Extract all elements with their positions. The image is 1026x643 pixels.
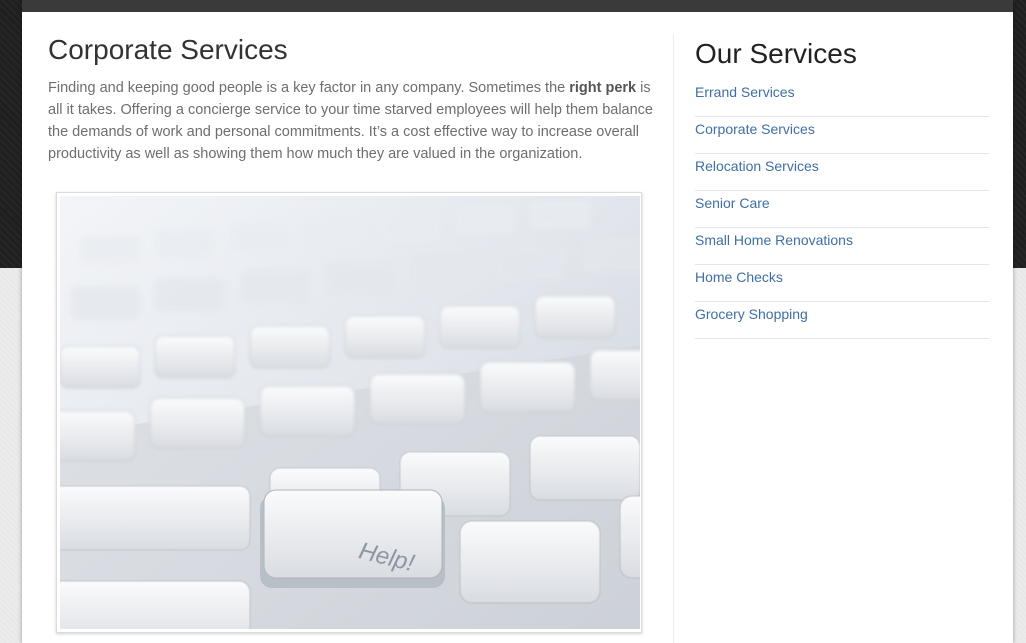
services-list: Errand Services Corporate Services Reloc… [695, 80, 989, 339]
service-link-errand-services[interactable]: Errand Services [695, 80, 989, 103]
keyboard-illustration: Help! [60, 196, 640, 629]
page-title: Corporate Services [48, 34, 288, 65]
sidebar-title: Our Services [695, 38, 857, 69]
services-list-item: Relocation Services [695, 154, 989, 191]
intro-text-start: Finding and keeping good people is a key… [48, 80, 570, 96]
keyboard-photo: Help! [60, 196, 640, 629]
content-panel: Corporate Services Finding and keeping g… [22, 0, 1013, 643]
column-divider [673, 33, 674, 643]
services-list-item: Small Home Renovations [695, 228, 989, 265]
service-link-small-home-renovations[interactable]: Small Home Renovations [695, 228, 989, 251]
services-list-item: Home Checks [695, 265, 989, 302]
intro-emphasis: right perk [569, 80, 637, 96]
service-link-home-checks[interactable]: Home Checks [695, 265, 989, 288]
service-link-grocery-shopping[interactable]: Grocery Shopping [695, 302, 989, 325]
intro-paragraph: Finding and keeping good people is a key… [48, 77, 654, 165]
top-bar [22, 0, 1013, 12]
service-link-corporate-services[interactable]: Corporate Services [695, 117, 989, 140]
services-list-item: Grocery Shopping [695, 302, 989, 339]
services-list-item: Errand Services [695, 80, 989, 117]
photo-frame: Help! [56, 192, 642, 633]
service-link-relocation-services[interactable]: Relocation Services [695, 154, 989, 177]
service-link-senior-care[interactable]: Senior Care [695, 191, 989, 214]
services-list-item: Corporate Services [695, 117, 989, 154]
sidebar: Our Services Errand Services Corporate S… [695, 37, 989, 339]
services-list-item: Senior Care [695, 191, 989, 228]
main-content: Corporate Services Finding and keeping g… [48, 33, 654, 633]
help-key: Help! [260, 489, 445, 588]
